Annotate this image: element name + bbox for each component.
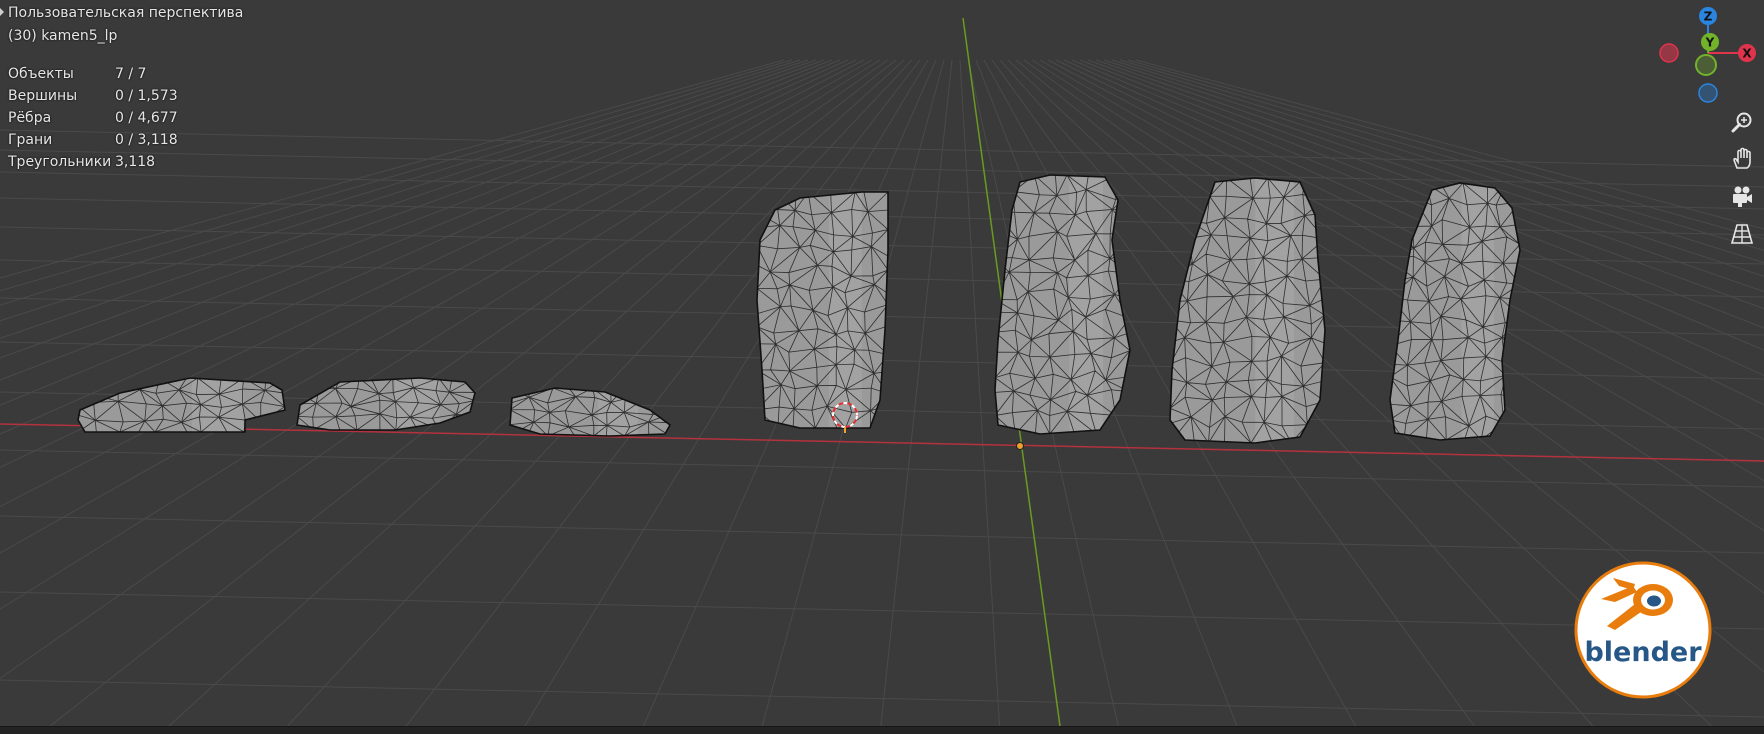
world-origin-dot	[1016, 442, 1024, 450]
gizmo-x-label: X	[1742, 47, 1752, 61]
gizmo-neg-x-handle[interactable]	[1659, 43, 1679, 63]
stat-label: Вершины	[8, 88, 78, 104]
blender-logo: blender	[1574, 561, 1712, 699]
stat-value: 3,118	[115, 154, 156, 170]
3d-viewport[interactable]: Пользовательская перспектива (30) kamen5…	[0, 0, 1764, 734]
stat-row-vertices: Вершины 0 / 1,573	[8, 85, 178, 107]
grid-perspective-icon	[1730, 224, 1754, 244]
perspective-toggle-button[interactable]	[1726, 218, 1758, 250]
blender-logo-text: blender	[1584, 637, 1702, 668]
stat-label: Рёбра	[8, 110, 52, 126]
gizmo-neg-z-handle[interactable]	[1698, 83, 1718, 103]
scene-canvas[interactable]	[0, 0, 1764, 734]
stone-pillar-5[interactable]	[994, 174, 1131, 435]
stat-row-faces: Грани 0 / 3,118	[8, 129, 178, 151]
stat-value: 0 / 3,118	[115, 132, 178, 148]
camera-view-button[interactable]	[1726, 180, 1758, 212]
status-bar	[0, 726, 1764, 734]
active-object-name: (30) kamen5_lp	[8, 28, 118, 44]
view-name: Пользовательская перспектива	[8, 5, 244, 21]
stat-row-objects: Объекты 7 / 7	[8, 63, 178, 85]
stone-slab-3[interactable]	[509, 387, 672, 437]
stat-label: Объекты	[8, 66, 74, 82]
camera-icon	[1733, 186, 1752, 207]
zoom-button[interactable]	[1726, 106, 1758, 138]
stone-pillar-7[interactable]	[1389, 182, 1521, 441]
gizmo-neg-y-handle[interactable]	[1695, 54, 1717, 76]
stat-value: 0 / 1,573	[115, 88, 178, 104]
pan-button[interactable]	[1726, 143, 1758, 175]
stat-value: 0 / 4,677	[115, 110, 178, 126]
stone-pillar-4[interactable]	[756, 191, 889, 429]
stat-row-edges: Рёбра 0 / 4,677	[8, 107, 178, 129]
stat-value: 7 / 7	[115, 66, 147, 82]
zoom-icon	[1731, 112, 1752, 133]
stone-pillar-6[interactable]	[1169, 177, 1326, 444]
navigation-gizmo[interactable]: Z Y X	[1650, 0, 1764, 110]
gizmo-y-label: Y	[1705, 36, 1715, 50]
stat-row-triangles: Треугольники 3,118	[8, 151, 178, 173]
pan-hand-icon	[1733, 147, 1751, 169]
stat-label: Грани	[8, 132, 53, 148]
gizmo-z-label: Z	[1704, 10, 1713, 24]
stat-label: Треугольники	[8, 154, 112, 170]
scene-statistics: Объекты 7 / 7 Вершины 0 / 1,573 Рёбра 0 …	[8, 63, 178, 173]
stone-slab-2[interactable]	[296, 377, 476, 431]
